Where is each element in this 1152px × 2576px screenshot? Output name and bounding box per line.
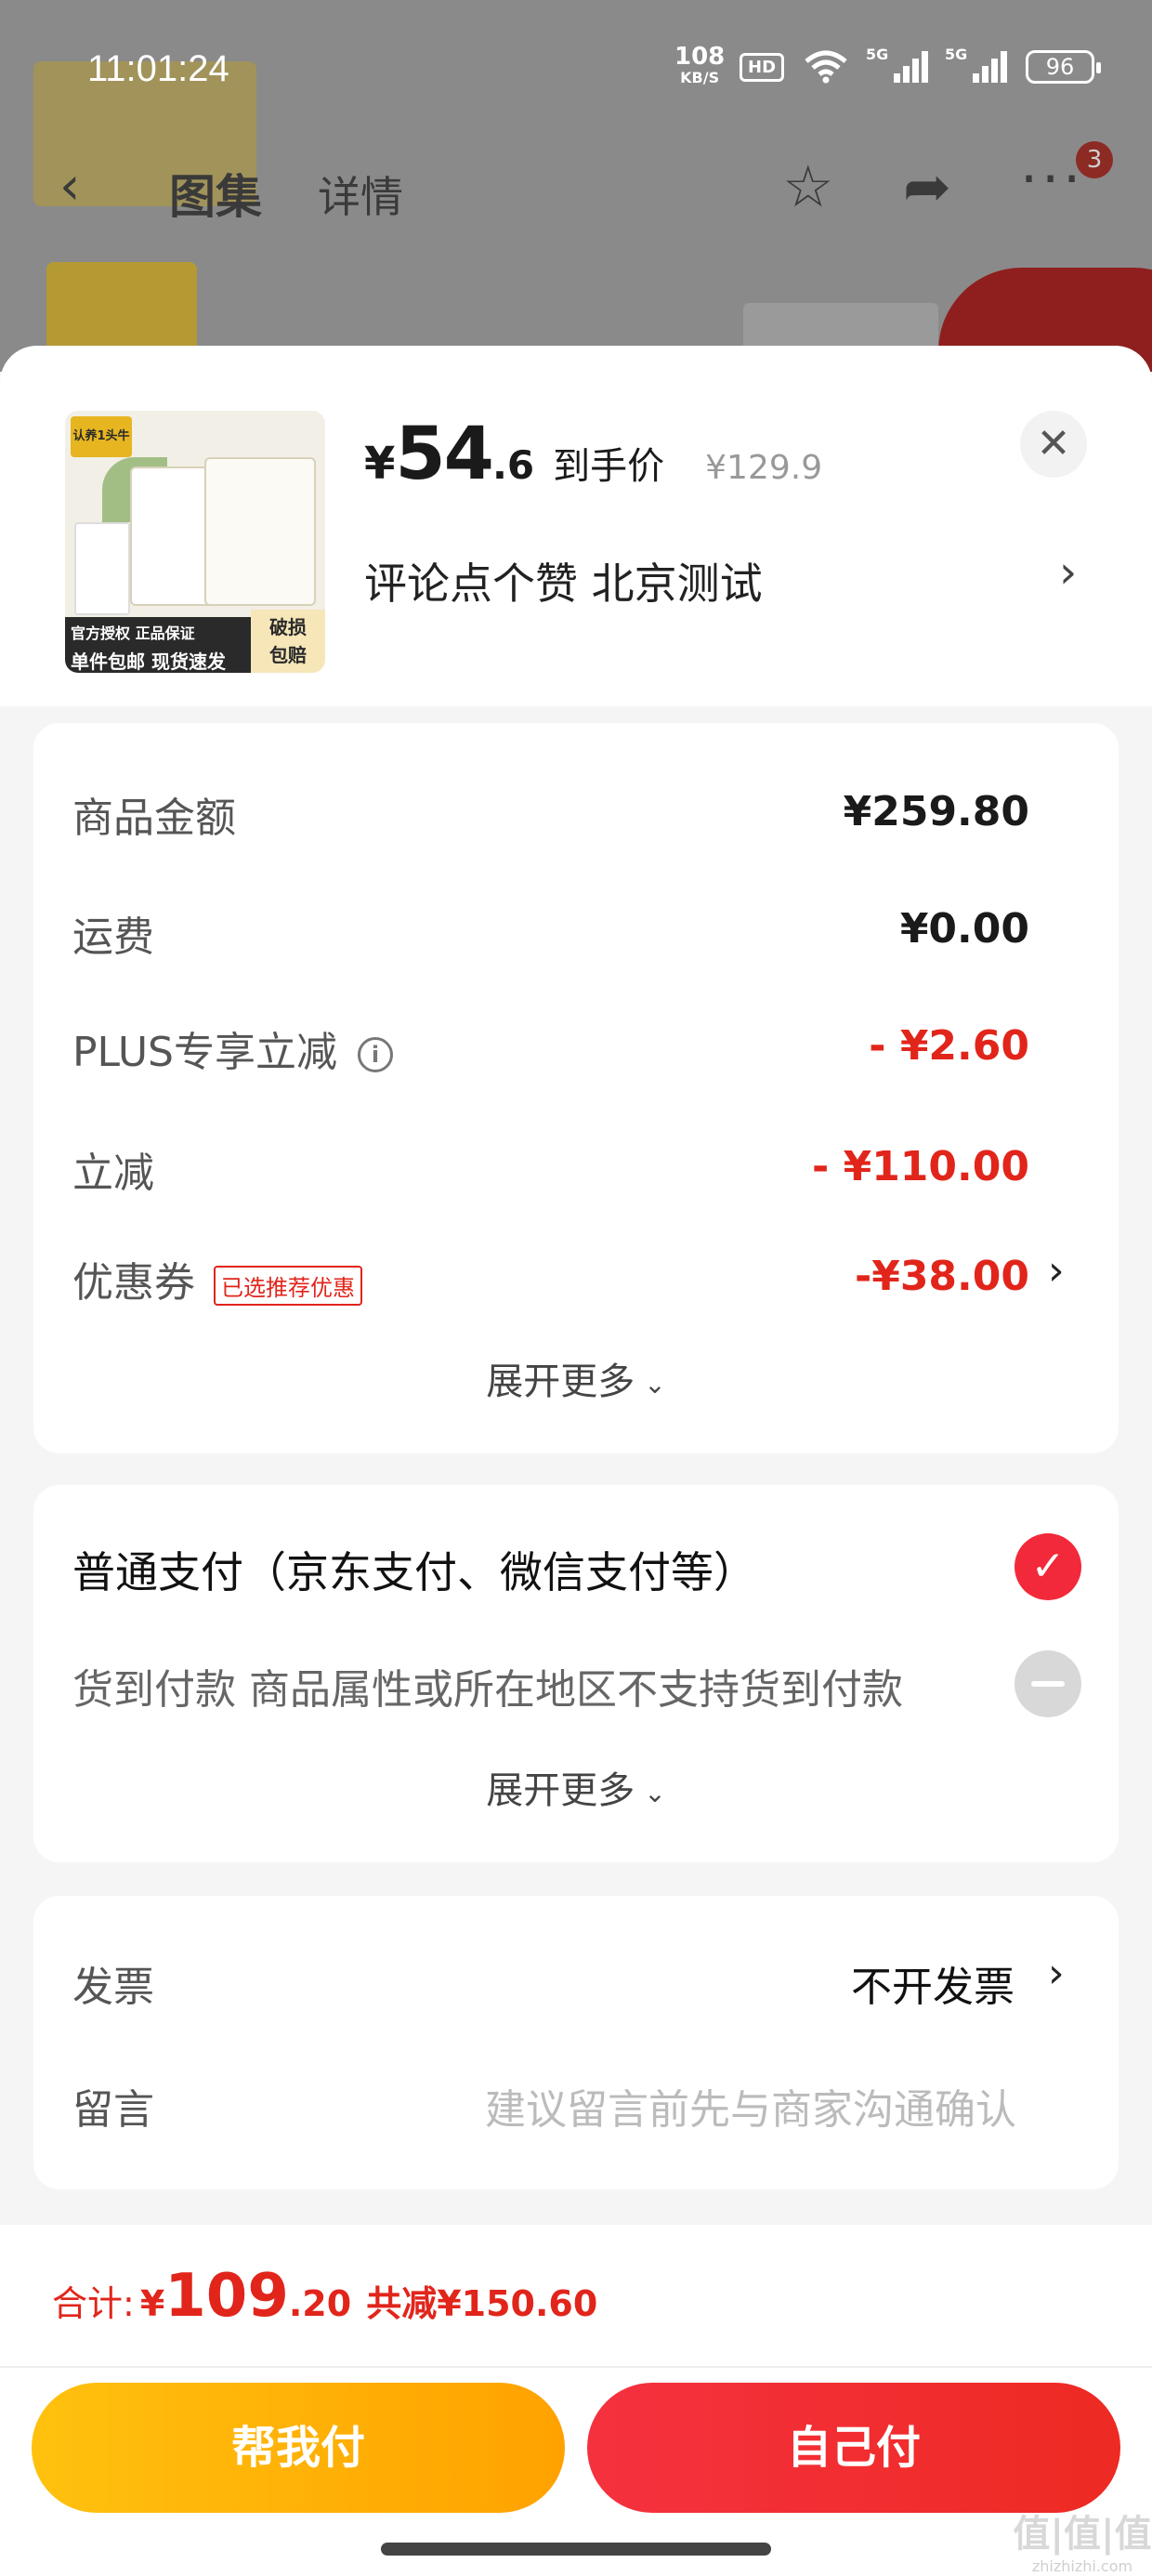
signal-sim1-icon: 5G: [866, 46, 929, 83]
sim1-label: 5G: [866, 46, 889, 63]
product-header: 认养1头牛 官方授权 正品保证 单件包邮 现货速发 破损 包赔 ¥ 54 .6 …: [0, 346, 1152, 706]
signal-sim2-icon: 5G: [945, 46, 1008, 83]
plus-discount-value: - ¥2.60: [869, 1022, 1029, 1070]
final-price: ¥ 54 .6 到手价 ¥129.9: [364, 413, 822, 496]
thumb-seal-line2: 包赔: [269, 644, 307, 666]
total-decimal: .20: [288, 2283, 352, 2324]
total-label: 合计:: [52, 2283, 135, 2324]
price-decimal: .6: [491, 442, 535, 488]
total-integer: 109: [164, 2262, 289, 2331]
shipping-label: 运费: [72, 913, 154, 961]
share-icon: ➦: [903, 152, 951, 220]
thumb-strip-line1: 官方授权 正品保证: [71, 624, 195, 642]
payment-option-normal[interactable]: 普通支付（京东支付、微信支付等）: [72, 1539, 756, 1600]
hd-voice-icon: HD: [740, 52, 785, 82]
original-price: ¥129.9: [705, 449, 823, 487]
total-currency: ¥: [139, 2283, 165, 2324]
watermark-text: 值|值|值: [1013, 2513, 1152, 2556]
order-total: 合计: ¥ 109 .20 共减¥150.60: [52, 2262, 597, 2331]
payment-option-cod: 货到付款 商品属性或所在地区不支持货到付款: [72, 1666, 903, 1714]
background-nav-bar: ‹ 图集 详情 ☆ ➦ ··· 3: [0, 139, 1152, 232]
goods-amount-label: 商品金额: [72, 795, 236, 842]
thumb-cup-graphic: [74, 522, 130, 615]
close-button[interactable]: ✕: [1020, 411, 1087, 478]
tab-detail: 详情: [318, 172, 403, 222]
shipping-value: ¥0.00: [899, 905, 1029, 953]
payment-method-card: 普通支付（京东支付、微信支付等） ✓ 货到付款 商品属性或所在地区不支持货到付款…: [33, 1485, 1119, 1862]
divider: [0, 2366, 1152, 2368]
invoice-label: 发票: [72, 1964, 154, 2011]
shop-line[interactable]: 评论点个赞 北京测试: [364, 550, 763, 611]
bottom-action-bar: 合计: ¥ 109 .20 共减¥150.60 帮我付 自己付 值|值|值 zh…: [0, 2225, 1152, 2576]
thumb-seal: 破损 包赔: [251, 610, 325, 673]
product-thumbnail[interactable]: 认养1头牛 官方授权 正品保证 单件包邮 现货速发 破损 包赔: [65, 411, 325, 673]
invoice-value[interactable]: 不开发票: [851, 1953, 1015, 2013]
coupon-label[interactable]: 优惠券 已选推荐优惠: [72, 1249, 362, 1308]
thumb-brand-logo: 认养1头牛: [71, 416, 132, 457]
background-page: 11:01:24 108 KB/S HD 5G 5G 96 ‹ 图集 详情 ☆ …: [0, 0, 1152, 372]
chevron-down-icon: ⌄: [644, 1368, 666, 1400]
invoice-message-card: 发票 不开发票 › 留言 建议留言前先与商家沟通确认: [33, 1896, 1119, 2189]
chevron-right-icon[interactable]: ›: [1048, 1247, 1065, 1295]
disabled-option-icon: [1015, 1650, 1081, 1717]
price-summary-card: 商品金额 ¥259.80 运费 ¥0.00 PLUS专享立减 i - ¥2.60 …: [33, 723, 1119, 1453]
thumb-seal-line1: 破损: [269, 616, 307, 638]
notification-badge: 3: [1076, 141, 1113, 178]
expand-more-label: 展开更多: [486, 1769, 635, 1812]
info-icon[interactable]: i: [358, 1037, 393, 1072]
instant-discount-label: 立减: [72, 1150, 154, 1197]
price-integer: 54: [395, 413, 494, 496]
home-indicator[interactable]: [381, 2543, 771, 2556]
message-input[interactable]: 建议留言前先与商家沟通确认: [485, 2076, 1016, 2136]
total-saved: 共减¥150.60: [366, 2283, 598, 2324]
coupon-label-text: 优惠券: [72, 1259, 195, 1307]
watermark-subtext: zhizhizhi.com: [1031, 2557, 1133, 2575]
chevron-right-icon[interactable]: ›: [1059, 546, 1077, 598]
network-speed-value: 108: [674, 43, 726, 71]
network-speed-unit: KB/S: [680, 69, 720, 86]
expand-more-button[interactable]: 展开更多 ⌄: [33, 1760, 1119, 1814]
coupon-tag: 已选推荐优惠: [214, 1265, 362, 1306]
thumb-strip-line2: 单件包邮 现货速发: [71, 651, 226, 673]
price-currency: ¥: [364, 438, 396, 490]
status-time: 11:01:24: [87, 48, 229, 89]
price-tag: 到手价: [553, 445, 665, 488]
instant-discount-value: - ¥110.00: [812, 1143, 1029, 1190]
expand-more-button[interactable]: 展开更多 ⌄: [33, 1351, 1119, 1405]
tab-gallery: 图集: [169, 170, 262, 224]
chevron-down-icon: ⌄: [644, 1777, 666, 1808]
sim2-label: 5G: [945, 46, 968, 63]
goods-amount-value: ¥259.80: [843, 788, 1029, 835]
coupon-value[interactable]: -¥38.00: [855, 1253, 1029, 1300]
favorite-star-icon: ☆: [782, 152, 834, 220]
expand-more-label: 展开更多: [486, 1360, 635, 1403]
battery-icon: 96: [1026, 50, 1102, 84]
help-me-pay-button[interactable]: 帮我付: [32, 2383, 565, 2513]
pay-myself-button[interactable]: 自己付: [587, 2383, 1120, 2513]
network-speed: 108 KB/S: [674, 45, 725, 87]
checkmark-selected-icon[interactable]: ✓: [1015, 1533, 1081, 1600]
wifi-icon: [805, 50, 847, 84]
status-bar: 11:01:24 108 KB/S HD 5G 5G 96: [0, 37, 1152, 102]
more-dots-icon: ···: [1020, 147, 1085, 212]
chevron-right-icon[interactable]: ›: [1048, 1950, 1065, 1997]
site-watermark: 值|值|值 zhizhizhi.com: [1013, 2504, 1152, 2575]
thumb-box-graphic: [204, 457, 316, 606]
back-arrow-icon: ‹: [59, 156, 81, 217]
message-label: 留言: [72, 2086, 154, 2134]
plus-discount-label-text: PLUS专享立减: [72, 1029, 337, 1076]
plus-discount-label: PLUS专享立减 i: [72, 1019, 393, 1078]
